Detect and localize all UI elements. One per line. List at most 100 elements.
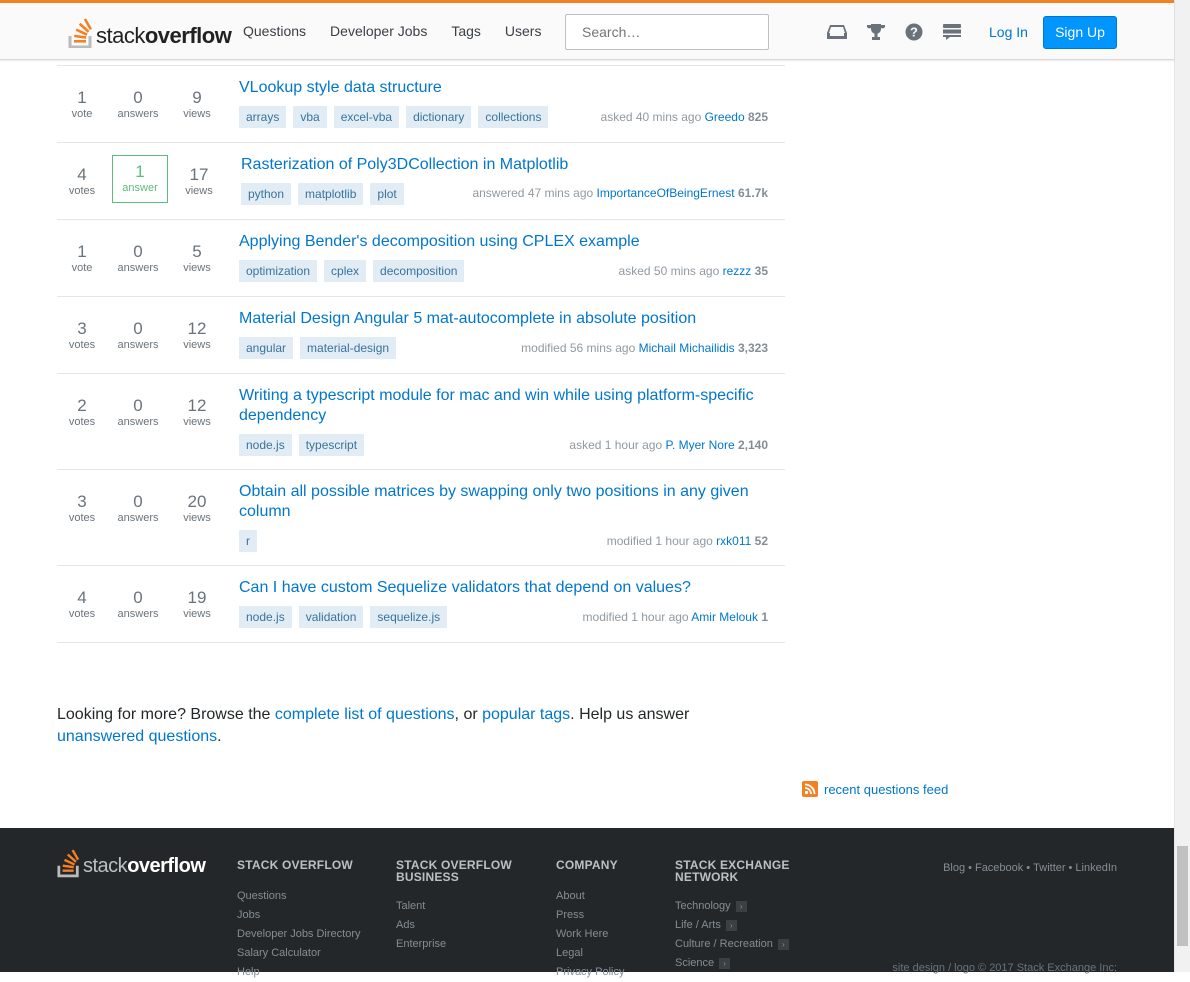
question-title[interactable]: Material Design Angular 5 mat-autocomple… <box>239 309 779 329</box>
tag[interactable]: collections <box>478 106 549 128</box>
user-link[interactable]: P. Myer Nore <box>665 438 734 452</box>
tag[interactable]: python <box>241 183 292 205</box>
footer-link[interactable]: Culture / Recreation › <box>675 935 805 954</box>
question-row: 4 votes 0 answers 19 views Can I have custo… <box>57 566 785 643</box>
footer-link[interactable]: Legal <box>556 944 624 963</box>
footer-column-stackoverflow: Stack Overflow Questions Jobs Developer … <box>237 859 361 982</box>
view-count: 12 views <box>183 396 211 428</box>
tag-list: arrays vba excel-vba dictionary collecti… <box>239 106 555 128</box>
footer-logo-wordmark: stackoverflow <box>83 855 206 877</box>
tag[interactable]: dictionary <box>406 106 472 128</box>
social-links: Blog • Facebook • Twitter • LinkedIn <box>943 862 1117 874</box>
tag[interactable]: cplex <box>324 260 367 282</box>
tag[interactable]: node.js <box>239 434 292 456</box>
footer-link[interactable]: Developer Jobs Directory <box>237 925 361 944</box>
footer-link[interactable]: Enterprise <box>396 935 526 954</box>
inbox-icon[interactable] <box>827 23 847 41</box>
site-logo[interactable]: stackoverflow <box>68 16 232 48</box>
user-link[interactable]: Greedo <box>705 110 745 124</box>
linkedin-link[interactable]: LinkedIn <box>1075 862 1117 874</box>
question-title[interactable]: Obtain all possible matrices by swapping… <box>239 482 779 522</box>
footer-link[interactable]: Questions <box>237 887 361 906</box>
question-title[interactable]: VLookup style data structure <box>239 78 779 98</box>
question-title[interactable]: Rasterization of Poly3DCollection in Mat… <box>241 155 781 175</box>
answer-count: 0 answers <box>117 88 159 120</box>
popular-tags-link[interactable]: popular tags <box>482 706 570 723</box>
nav-tags[interactable]: Tags <box>451 23 481 39</box>
user-link[interactable]: rxk011 <box>716 534 751 548</box>
tag[interactable]: r <box>239 530 257 552</box>
complete-list-link[interactable]: complete list of questions <box>275 706 455 723</box>
vote-count: 3 votes <box>68 492 96 524</box>
footer-link[interactable]: Technology › <box>675 897 805 916</box>
question-title[interactable]: Applying Bender's decomposition using CP… <box>239 232 779 252</box>
question-meta: asked 40 mins ago Greedo 825 <box>600 110 768 124</box>
nav-users[interactable]: Users <box>505 23 542 39</box>
tag[interactable]: angular <box>239 337 294 359</box>
top-bar: stackoverflow Questions Developer Jobs T… <box>0 0 1174 60</box>
view-count: 19 views <box>183 588 211 620</box>
question-row: 1 vote 0 answers 9 views VLookup style data… <box>57 66 785 143</box>
recent-questions-feed[interactable]: recent questions feed <box>802 781 948 797</box>
twitter-link[interactable]: Twitter <box>1033 862 1065 874</box>
tag[interactable]: material-design <box>300 337 397 359</box>
tag[interactable]: excel-vba <box>333 106 400 128</box>
tag[interactable]: arrays <box>239 106 287 128</box>
vote-count: 1 vote <box>71 242 93 274</box>
footer-link[interactable]: Privacy Policy <box>556 963 624 982</box>
tag[interactable]: plot <box>370 183 404 205</box>
footer-logo[interactable]: stackoverflow <box>57 848 206 878</box>
footer-link[interactable]: Talent <box>396 897 526 916</box>
answer-count: 0 answers <box>117 242 159 274</box>
nav-developer-jobs[interactable]: Developer Jobs <box>330 23 427 39</box>
question-row: 4 votes 1 answer 17 views Rasterization of … <box>57 143 785 220</box>
facebook-link[interactable]: Facebook <box>975 862 1023 874</box>
signup-button[interactable]: Sign Up <box>1043 16 1117 49</box>
scrollbar-thumb[interactable] <box>1177 846 1188 946</box>
footer-link[interactable]: Help <box>237 963 361 982</box>
footer-link[interactable]: About <box>556 887 624 906</box>
tag[interactable]: optimization <box>239 260 318 282</box>
user-link[interactable]: Amir Melouk <box>691 610 758 624</box>
unanswered-questions-link[interactable]: unanswered questions <box>57 728 217 745</box>
footer-link[interactable]: Salary Calculator <box>237 944 361 963</box>
login-link[interactable]: Log In <box>989 24 1028 40</box>
tag[interactable]: vba <box>293 106 327 128</box>
tag-list: optimization cplex decomposition <box>239 260 471 282</box>
svg-text:?: ? <box>910 25 918 40</box>
footer-link[interactable]: Press <box>556 906 624 925</box>
user-link[interactable]: rezzz <box>723 264 752 278</box>
tag[interactable]: typescript <box>298 434 365 456</box>
footer-link[interactable]: Science › <box>675 954 805 973</box>
rss-icon <box>802 781 818 797</box>
tag[interactable]: node.js <box>239 606 292 628</box>
footer-link[interactable]: Ads <box>396 916 526 935</box>
user-link[interactable]: Michail Michailidis <box>639 341 735 355</box>
footer-column-title: Stack Overflow <box>237 858 353 872</box>
tag[interactable]: decomposition <box>373 260 465 282</box>
site-switcher-icon[interactable] <box>942 23 962 41</box>
question-meta: asked 50 mins ago rezzz 35 <box>618 264 768 278</box>
footer-column-title: Stack Overflow Business <box>396 858 512 884</box>
tag-list: node.js typescript <box>239 434 371 456</box>
question-title[interactable]: Writing a typescript module for mac and … <box>239 386 779 426</box>
question-meta: asked 1 hour ago P. Myer Nore 2,140 <box>569 438 768 452</box>
help-icon[interactable]: ? <box>904 23 924 41</box>
blog-link[interactable]: Blog <box>943 862 965 874</box>
tag[interactable]: matplotlib <box>298 183 364 205</box>
search-input[interactable] <box>565 14 769 50</box>
vote-count: 2 votes <box>68 396 96 428</box>
vote-count: 4 votes <box>68 588 96 620</box>
chevron-right-icon: › <box>719 958 731 969</box>
question-title[interactable]: Can I have custom Sequelize validators t… <box>239 578 779 598</box>
page-scrollbar[interactable] <box>1174 0 1190 972</box>
footer-link[interactable]: Jobs <box>237 906 361 925</box>
footer-link[interactable]: Life / Arts › <box>675 916 805 935</box>
tag[interactable]: validation <box>298 606 364 628</box>
tag[interactable]: sequelize.js <box>370 606 448 628</box>
footer-link[interactable]: Work Here <box>556 925 624 944</box>
user-link[interactable]: ImportanceOfBeingErnest <box>597 186 735 200</box>
nav-questions[interactable]: Questions <box>243 23 306 39</box>
tag-list: r <box>239 530 264 552</box>
achievements-icon[interactable] <box>866 23 886 41</box>
